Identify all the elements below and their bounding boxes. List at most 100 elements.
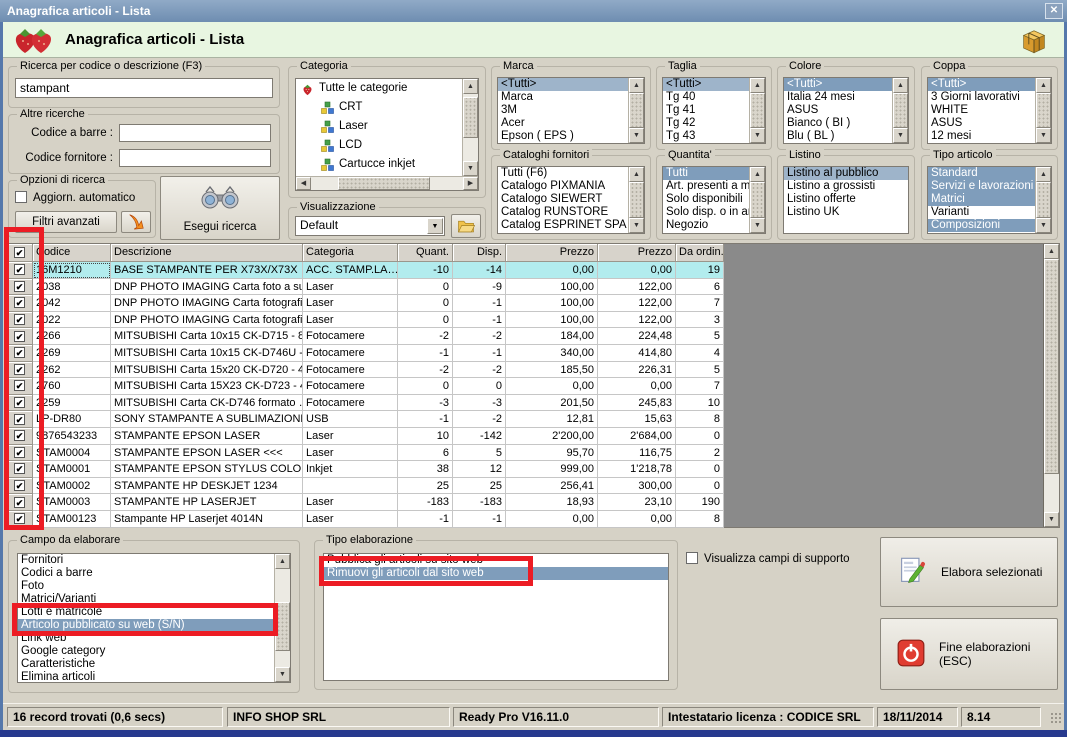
table-cell[interactable]: 95,70 (506, 444, 598, 462)
table-cell[interactable]: 10 (398, 427, 453, 445)
scroll-up-icon[interactable]: ▲ (275, 554, 290, 569)
table-cell[interactable]: 1'218,78 (598, 461, 676, 478)
table-cell[interactable]: Laser (303, 444, 398, 462)
table-cell[interactable]: 2 (676, 444, 724, 462)
list-item[interactable]: 3M (498, 104, 628, 117)
table-cell[interactable]: 414,80 (598, 344, 676, 362)
table-cell[interactable]: -1 (453, 344, 506, 362)
supplier-catalogs-scrollbar[interactable]: ▲ ▼ (628, 167, 644, 233)
close-icon[interactable]: ✕ (1045, 3, 1063, 19)
table-cell[interactable]: -1 (398, 411, 453, 428)
row-checkbox[interactable]: ✔ (14, 380, 25, 392)
table-cell[interactable]: 8 (676, 510, 724, 528)
column-header[interactable]: Descrizione (111, 244, 303, 262)
table-cell[interactable]: -1 (453, 295, 506, 312)
table-cell[interactable]: -9 (453, 278, 506, 296)
table-cell[interactable]: 18,93 (506, 494, 598, 511)
row-checkbox[interactable]: ✔ (14, 397, 25, 409)
table-cell[interactable]: 256,41 (506, 477, 598, 495)
list-item[interactable]: Tg 42 (663, 117, 749, 130)
table-row[interactable]: ✔ 2022 DNP PHOTO IMAGING Carta fotografi… L… (7, 311, 724, 329)
brand-list-scrollbar[interactable]: ▲ ▼ (628, 78, 644, 143)
table-row[interactable]: ✔ 16M1210 BASE STAMPANTE PER X73X/X73X ACC.… (7, 262, 724, 279)
table-row[interactable]: ✔ 2042 DNP PHOTO IMAGING Carta fotografi… L… (7, 295, 724, 312)
row-select-cell[interactable]: ✔ (7, 262, 33, 279)
table-row[interactable]: ✔ 2760 MITSUBISHI Carta 15X23 CK-D723 - 4…… (7, 378, 724, 395)
article-type-list[interactable]: Standard Servizi e lavorazioni Matrici Vari… (927, 166, 1052, 234)
scroll-up-icon[interactable]: ▲ (750, 167, 765, 182)
list-item[interactable]: 12 mesi (928, 130, 1035, 143)
table-cell[interactable]: 8 (676, 411, 724, 428)
table-cell[interactable]: STAMPANTE EPSON STYLUS COLOR C… (111, 461, 303, 478)
list-item[interactable]: Catalog RUNSTORE (498, 206, 628, 219)
table-cell[interactable]: 2038 (33, 278, 111, 296)
list-item[interactable]: Tutti (F6) (498, 167, 628, 180)
scroll-up-icon[interactable]: ▲ (750, 78, 765, 93)
row-select-cell[interactable]: ✔ (7, 394, 33, 412)
scroll-down-icon[interactable]: ▼ (629, 128, 644, 143)
row-checkbox[interactable]: ✔ (14, 513, 25, 525)
list-item[interactable]: Negozio (663, 219, 749, 232)
row-select-cell[interactable]: ✔ (7, 494, 33, 511)
table-cell[interactable]: 6 (676, 278, 724, 296)
list-item[interactable]: Art. presenti a maga (663, 180, 749, 193)
table-cell[interactable]: Laser (303, 311, 398, 329)
row-select-cell[interactable]: ✔ (7, 411, 33, 428)
row-select-cell[interactable]: ✔ (7, 344, 33, 362)
scroll-up-icon[interactable]: ▲ (1036, 167, 1051, 182)
table-cell[interactable]: DNP PHOTO IMAGING Carta foto a su… (111, 278, 303, 296)
table-cell[interactable]: 0,00 (598, 510, 676, 528)
list-item[interactable]: Solo disp. o in arrivo (663, 206, 749, 219)
table-cell[interactable]: 224,48 (598, 328, 676, 345)
table-cell[interactable]: Laser (303, 295, 398, 312)
table-cell[interactable]: Fotocamere (303, 328, 398, 345)
table-cell[interactable]: 122,00 (598, 311, 676, 329)
table-cell[interactable]: 100,00 (506, 278, 598, 296)
table-cell[interactable]: -183 (398, 494, 453, 511)
scroll-down-icon[interactable]: ▼ (1036, 218, 1051, 233)
advanced-filters-button[interactable]: Filtri avanzati (15, 211, 117, 233)
supplier-code-input[interactable] (119, 149, 271, 167)
table-cell[interactable]: 100,00 (506, 311, 598, 329)
size-list[interactable]: <Tutti> Tg 40 Tg 41 Tg 42 Tg 43 ▲ ▼ (662, 77, 766, 144)
table-cell[interactable]: STAM00123 (33, 510, 111, 528)
scroll-up-icon[interactable]: ▲ (1036, 78, 1051, 93)
list-item[interactable]: WHITE (928, 104, 1035, 117)
scroll-down-icon[interactable]: ▼ (463, 161, 478, 176)
table-cell[interactable]: 6 (398, 444, 453, 462)
table-vscrollbar[interactable]: ▲ ▼ (1043, 244, 1059, 527)
table-cell[interactable]: MITSUBISHI Carta 15X23 CK-D723 - 4… (111, 378, 303, 395)
table-cell[interactable]: -1 (453, 311, 506, 329)
row-checkbox[interactable]: ✔ (14, 280, 25, 292)
field-to-process-scrollbar[interactable]: ▲ ▼ (274, 554, 290, 682)
column-header[interactable]: Prezzo (506, 244, 598, 262)
table-cell[interactable]: 2'200,00 (506, 427, 598, 445)
table-row[interactable]: ✔ STAM0004 STAMPANTE EPSON LASER <<< Laser 6… (7, 444, 724, 462)
table-cell[interactable]: 245,83 (598, 394, 676, 412)
list-item[interactable]: Listino offerte (784, 193, 908, 206)
advanced-filters-arrow-button[interactable] (121, 211, 151, 233)
row-checkbox[interactable]: ✔ (14, 446, 25, 458)
list-item[interactable]: <Tutti> (928, 78, 1035, 91)
quantity-list-scrollbar[interactable]: ▲ ▼ (749, 167, 765, 233)
table-cell[interactable]: 184,00 (506, 328, 598, 345)
size-list-scrollbar[interactable]: ▲ ▼ (749, 78, 765, 143)
table-cell[interactable]: 122,00 (598, 295, 676, 312)
row-select-cell[interactable]: ✔ (7, 378, 33, 395)
coppa-list[interactable]: <Tutti> 3 Giorni lavorativi WHITE ASUS 12 me… (927, 77, 1052, 144)
barcode-input[interactable] (119, 124, 271, 142)
table-cell[interactable]: Laser (303, 494, 398, 511)
column-header[interactable]: Disp. (453, 244, 506, 262)
row-select-cell[interactable]: ✔ (7, 311, 33, 329)
table-cell[interactable]: 2'684,00 (598, 427, 676, 445)
list-item[interactable]: <Tutti> (498, 78, 628, 91)
support-fields-checkbox[interactable] (686, 552, 698, 565)
coppa-list-scrollbar[interactable]: ▲ ▼ (1035, 78, 1051, 143)
table-row[interactable]: ✔ 2259 MITSUBISHI Carta CK-D746 formato … F… (7, 394, 724, 412)
list-item[interactable]: Elimina articoli (18, 671, 274, 682)
brand-list[interactable]: <Tutti> Marca 3M Acer Epson ( EPS ) ▲ ▼ (497, 77, 645, 144)
column-header[interactable]: Codice (33, 244, 111, 262)
list-item[interactable]: Matrici (928, 193, 1035, 206)
list-item[interactable]: Acer (498, 117, 628, 130)
table-cell[interactable]: MITSUBISHI Carta CK-D746 formato … (111, 394, 303, 412)
